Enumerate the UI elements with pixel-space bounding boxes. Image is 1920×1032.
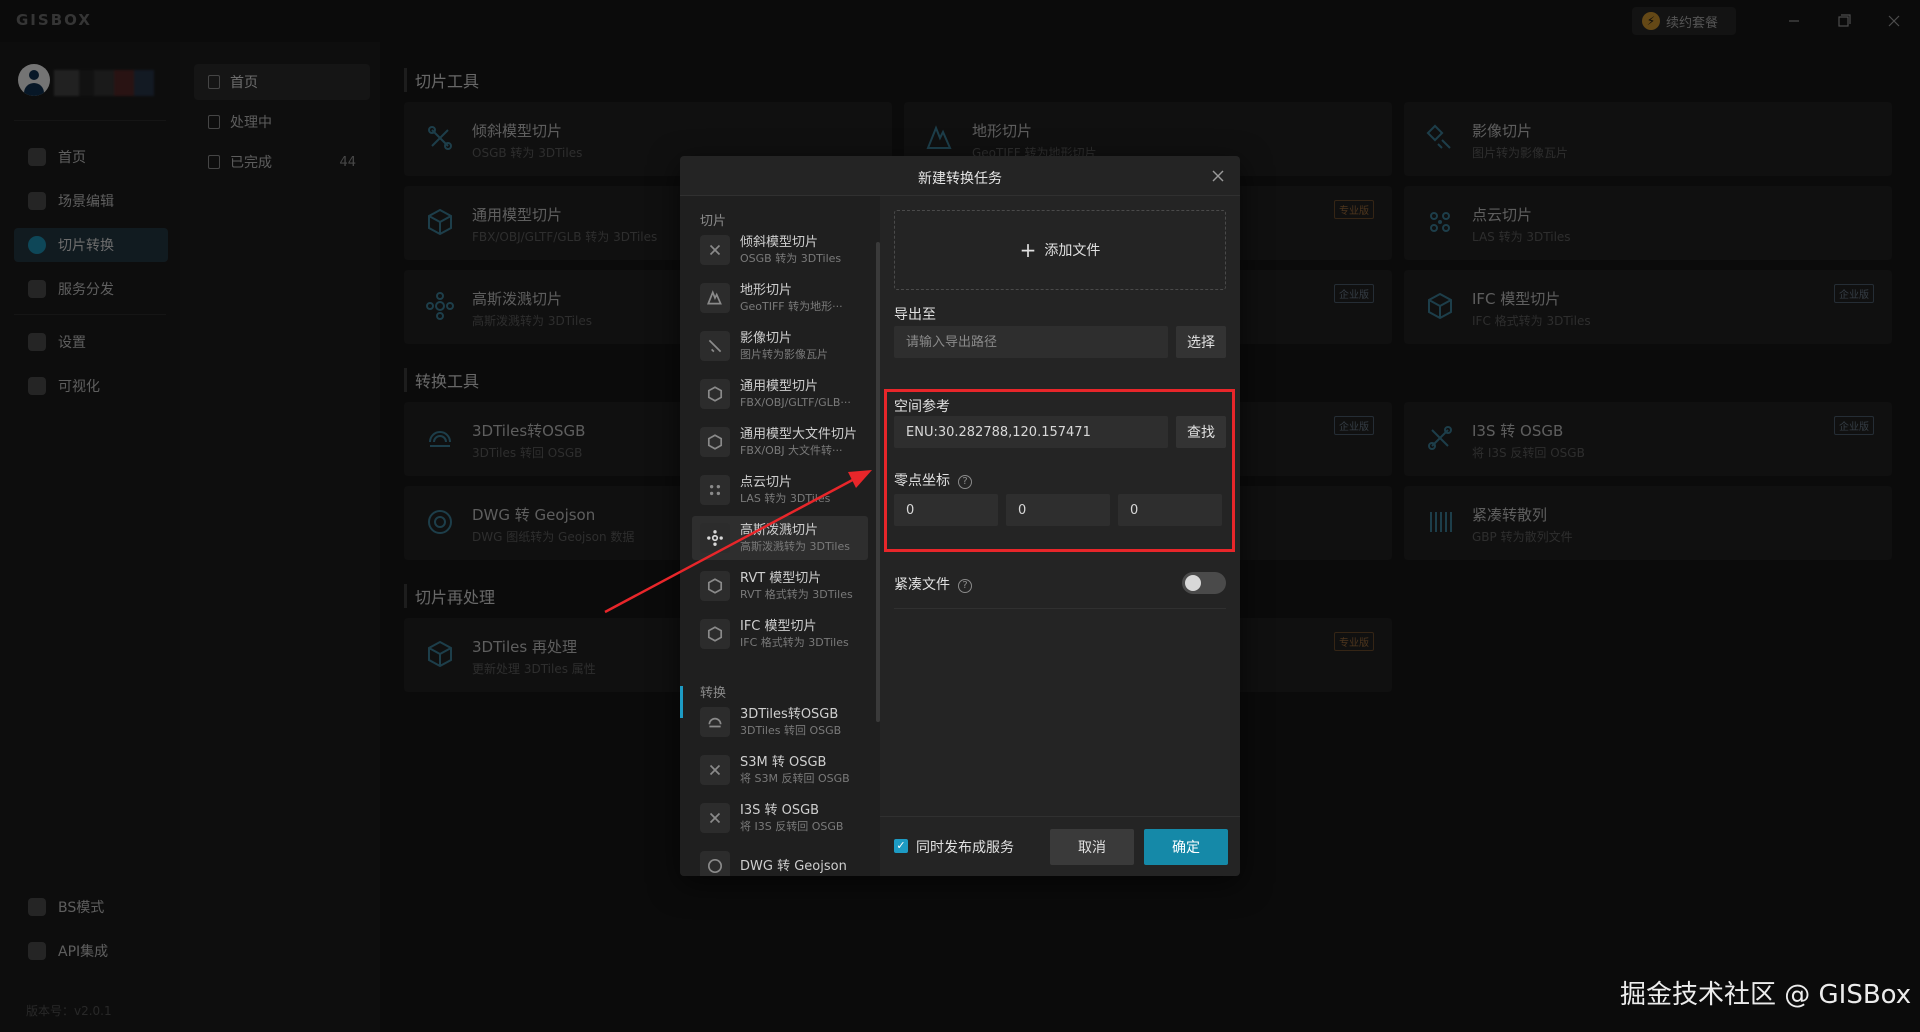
oblique-icon	[700, 235, 730, 265]
list-item-sub: FBX/OBJ/GLTF/GLB···	[740, 396, 851, 409]
list-item-title: 地形切片	[740, 283, 793, 298]
list-item-sub: GeoTIFF 转为地形···	[740, 300, 843, 313]
box-icon	[700, 619, 730, 649]
list-item[interactable]: 地形切片 GeoTIFF 转为地形···	[692, 276, 868, 320]
plus-icon: +	[1019, 238, 1037, 262]
convert-tiles-icon	[700, 707, 730, 737]
list-item[interactable]: IFC 模型切片 IFC 格式转为 3DTiles	[692, 612, 868, 656]
list-item-title: 点云切片	[740, 475, 793, 490]
dialog-title: 新建转换任务	[918, 171, 1002, 187]
add-file-button[interactable]: + 添加文件	[894, 210, 1226, 290]
form-divider	[894, 608, 1226, 609]
dwg-icon	[700, 851, 730, 876]
list-item-sub: 图片转为影像瓦片	[740, 348, 828, 361]
dialog-footer: ✓ 同时发布成服务 取消 确定	[880, 816, 1240, 876]
list-item-title: 通用模型切片	[740, 379, 819, 394]
compact-label: 紧凑文件?	[894, 574, 972, 594]
list-item[interactable]: 3DTiles转OSGB 3DTiles 转回 OSGB	[692, 700, 868, 744]
list-item[interactable]: 通用模型切片 FBX/OBJ/GLTF/GLB···	[692, 372, 868, 416]
terrain-icon	[700, 283, 730, 313]
list-item-sub: 将 S3M 反转回 OSGB	[740, 772, 850, 785]
pointcloud-icon	[700, 475, 730, 505]
add-file-label: 添加文件	[1044, 243, 1101, 259]
close-icon[interactable]	[1210, 168, 1226, 184]
list-item-sub: OSGB 转为 3DTiles	[740, 252, 842, 265]
list-item-sub: 3DTiles 转回 OSGB	[740, 724, 842, 737]
box-icon	[700, 427, 730, 457]
dialog-header: 新建转换任务	[680, 156, 1240, 196]
list-item[interactable]: 影像切片图片转为影像瓦片	[692, 324, 868, 368]
export-label: 导出至	[894, 307, 936, 323]
s3m-icon	[700, 755, 730, 785]
list-item[interactable]: DWG 转 Geojson	[692, 844, 868, 876]
list-item[interactable]: S3M 转 OSGB 将 S3M 反转回 OSGB	[692, 748, 868, 792]
list-item-title: 倾斜模型切片	[740, 235, 819, 250]
task-type-list: 切片 倾斜模型切片 OSGB 转为 3DTiles 地形切片 GeoTIFF 转为地…	[680, 196, 880, 876]
i3s-icon	[700, 803, 730, 833]
list-item-sub: LAS 转为 3DTiles	[740, 492, 831, 505]
list-item-active[interactable]: 高斯泼溅切片高斯泼溅转为 3DTiles	[692, 516, 868, 560]
active-indicator	[680, 686, 683, 718]
list-item-sub: FBX/OBJ 大文件转···	[740, 444, 843, 457]
list-item-title: 影像切片	[740, 331, 793, 346]
publish-label: 同时发布成服务	[916, 840, 1014, 856]
compact-toggle[interactable]	[1182, 572, 1226, 594]
watermark: 掘金技术社区 @ GISBox	[1620, 980, 1912, 1010]
gaussian-icon	[700, 523, 730, 553]
highlight-box	[884, 389, 1235, 552]
list-item[interactable]: 点云切片 LAS 转为 3DTiles	[692, 468, 868, 512]
list-item-title: 高斯泼溅切片	[740, 523, 819, 538]
list-item[interactable]: 倾斜模型切片 OSGB 转为 3DTiles	[692, 228, 868, 272]
box-icon	[700, 571, 730, 601]
list-item-title: I3S 转 OSGB	[740, 803, 820, 818]
list-item-sub: 高斯泼溅转为 3DTiles	[740, 540, 850, 553]
satellite-icon	[700, 331, 730, 361]
list-item-title: IFC 模型切片	[740, 619, 817, 634]
cancel-button[interactable]: 取消	[1050, 829, 1134, 865]
confirm-button[interactable]: 确定	[1144, 829, 1228, 865]
list-item[interactable]: I3S 转 OSGB 将 I3S 反转回 OSGB	[692, 796, 868, 840]
group-label-slice: 切片	[700, 214, 727, 229]
list-item-sub: IFC 格式转为 3DTiles	[740, 636, 849, 649]
export-path-input[interactable]	[894, 326, 1168, 358]
compact-label-text: 紧凑文件	[894, 577, 950, 593]
choose-path-button[interactable]: 选择	[1176, 326, 1226, 358]
list-item-title: 3DTiles转OSGB	[740, 707, 839, 722]
list-item-title: RVT 模型切片	[740, 571, 822, 586]
list-item-title: S3M 转 OSGB	[740, 755, 827, 770]
list-item-title: 通用模型大文件切片	[740, 427, 858, 442]
list-item-sub: RVT 格式转为 3DTiles	[740, 588, 853, 601]
help-icon[interactable]: ?	[958, 579, 972, 593]
group-label-convert: 转换	[700, 686, 727, 701]
list-item-sub: 将 I3S 反转回 OSGB	[740, 820, 844, 833]
list-item-title: DWG 转 Geojson	[740, 858, 847, 874]
box-icon	[700, 379, 730, 409]
list-item[interactable]: 通用模型大文件切片 FBX/OBJ 大文件转···	[692, 420, 868, 464]
list-item[interactable]: RVT 模型切片 RVT 格式转为 3DTiles	[692, 564, 868, 608]
publish-checkbox[interactable]: ✓	[894, 839, 908, 853]
